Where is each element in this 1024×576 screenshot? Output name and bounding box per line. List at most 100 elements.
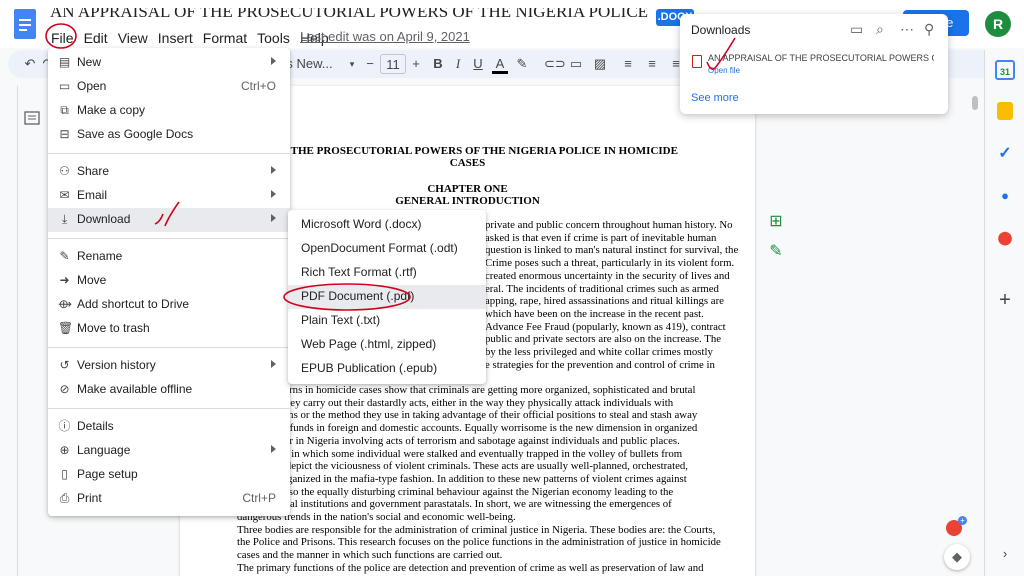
file-menu-item-email[interactable]: ✉ Email	[48, 184, 290, 208]
suggest-edit-icon[interactable]: ✎	[766, 242, 786, 262]
file-menu-item-version-history[interactable]: ↺ Version history	[48, 354, 290, 378]
italic-icon[interactable]: I	[450, 54, 466, 74]
body-line: The primary functions of the police are …	[237, 561, 704, 574]
see-more-link[interactable]: See more	[691, 92, 739, 104]
body-line: apping, rape, hired assassinations and r…	[485, 295, 724, 308]
body-line: created enormous uncertainty in the secu…	[485, 269, 730, 282]
body-line: weapons or the method they use in taking…	[260, 409, 698, 422]
last-edit-link[interactable]: Last edit was on April 9, 2021	[300, 29, 470, 44]
download-option-6[interactable]: Web Page (.html, zipped)	[288, 333, 486, 357]
notification-badge: +	[958, 516, 967, 525]
download-option-3[interactable]: Rich Text Format (.rtf)	[288, 261, 486, 285]
scrollbar[interactable]	[972, 90, 979, 576]
search-icon[interactable]: ⌕	[876, 21, 884, 38]
font-dropdown-arrow-icon[interactable]: ▾	[346, 54, 358, 74]
globe-icon: ⊕	[59, 443, 70, 457]
body-line: idents, in which some individual were st…	[260, 447, 683, 460]
image-icon[interactable]: ▨	[592, 54, 608, 74]
avatar[interactable]: R	[985, 11, 1011, 37]
menu-file[interactable]: File	[46, 28, 79, 48]
menu-separator	[48, 238, 290, 239]
text-color-icon[interactable]: A	[492, 54, 508, 74]
file-menu-item-move[interactable]: ➜ Move	[48, 269, 290, 293]
file-menu-item-open[interactable]: ▭ Open Ctrl+O	[48, 75, 290, 99]
document-outline-icon[interactable]	[24, 110, 40, 126]
comment-icon[interactable]: ▭	[568, 54, 584, 74]
calendar-icon[interactable]: 31	[995, 60, 1015, 80]
file-menu-item-download[interactable]: ⤓ Download	[48, 208, 290, 232]
submenu-arrow-icon	[271, 166, 276, 174]
download-option-label: Web Page (.html, zipped)	[301, 337, 437, 351]
file-menu-item-print[interactable]: ⎙ Print Ctrl+P	[48, 487, 290, 511]
file-menu-item-details[interactable]: ⓘ Details	[48, 415, 290, 439]
file-menu-item-make-available-offline[interactable]: ⊘ Make available offline	[48, 378, 290, 402]
file-menu-item-share[interactable]: ⚇ Share	[48, 160, 290, 184]
more-icon[interactable]: ⋯	[900, 21, 914, 38]
undo-icon[interactable]: ↶	[22, 54, 38, 74]
file-menu-item-new[interactable]: ▤ New	[48, 51, 290, 75]
align-left-icon[interactable]: ≡	[620, 54, 636, 74]
submenu-arrow-icon	[271, 360, 276, 368]
menu-format[interactable]: Format	[198, 28, 252, 48]
explore-icon[interactable]: ◆	[944, 544, 970, 570]
docs-logo-icon[interactable]	[14, 9, 36, 39]
maps-icon[interactable]: ⬤	[995, 228, 1015, 248]
body-line: re is also the equally disturbing crimin…	[260, 485, 674, 498]
body-line: financial institutions and government pa…	[260, 498, 672, 511]
menu-separator	[48, 347, 290, 348]
expand-panel-icon[interactable]: ›	[995, 544, 1015, 564]
download-option-5[interactable]: Plain Text (.txt)	[288, 309, 486, 333]
file-menu-item-save-as-google-docs[interactable]: ⊟ Save as Google Docs	[48, 123, 290, 147]
contacts-icon[interactable]: ●	[995, 186, 1015, 206]
highlight-icon[interactable]: ✎	[514, 54, 530, 74]
download-option-2[interactable]: OpenDocument Format (.odt)	[288, 237, 486, 261]
increase-font-size-icon[interactable]: +	[410, 54, 422, 74]
body-line: by the less privileged and white collar …	[485, 346, 713, 358]
font-size-input[interactable]: 11	[380, 54, 406, 74]
file-menu-item-make-a-copy[interactable]: ⧉ Make a copy	[48, 99, 290, 123]
menu-item-label: Email	[77, 188, 108, 202]
file-menu-item-rename[interactable]: ✎ Rename	[48, 245, 290, 269]
download-option-1[interactable]: Microsoft Word (.docx)	[288, 213, 486, 237]
file-menu-item-language[interactable]: ⊕ Language	[48, 439, 290, 463]
download-option-7[interactable]: EPUB Publication (.epub)	[288, 357, 486, 381]
document-title[interactable]: AN APPRAISAL OF THE PROSECUTORIAL POWERS…	[50, 8, 650, 22]
download-option-4[interactable]: PDF Document (.pdf)	[288, 285, 486, 309]
link-icon[interactable]: ⊂⊃	[544, 54, 566, 74]
menu-view[interactable]: View	[113, 28, 153, 48]
menu-separator	[48, 153, 290, 154]
menu-tools[interactable]: Tools	[252, 28, 295, 48]
save-icon: ⊟	[59, 127, 70, 141]
bold-icon[interactable]: B	[430, 54, 446, 74]
download-file-name[interactable]: AN APPRAISAL OF THE PROSECUTORIAL POWERS…	[708, 53, 934, 63]
menu-item-label: Move	[77, 273, 107, 287]
open-file-link[interactable]: Open file	[708, 66, 740, 75]
file-menu-item-page-setup[interactable]: ▯ Page setup	[48, 463, 290, 487]
file-menu-item-add-shortcut-to-drive[interactable]: ⟴ Add shortcut to Drive	[48, 293, 290, 317]
folder-icon[interactable]: ▭	[850, 21, 863, 38]
menu-item-label: Save as Google Docs	[77, 127, 194, 141]
body-line: haviour in Nigeria involving acts of ter…	[260, 434, 680, 447]
pin-icon[interactable]: ⚲	[924, 21, 934, 38]
body-line: cases and the manner in which such funct…	[237, 549, 503, 562]
person-add-icon: ⚇	[59, 164, 70, 178]
scrollbar-thumb[interactable]	[972, 96, 978, 110]
menu-item-label: Details	[77, 419, 114, 433]
underline-icon[interactable]: U	[470, 54, 486, 74]
menu-item-shortcut: Ctrl+P	[242, 491, 276, 505]
trash-icon: 🗑	[58, 321, 74, 335]
download-option-label: OpenDocument Format (.odt)	[301, 241, 458, 255]
decrease-font-size-icon[interactable]: −	[364, 54, 376, 74]
copy-icon: ⧉	[60, 103, 69, 117]
add-addon-icon[interactable]: +	[995, 290, 1015, 310]
keep-icon[interactable]	[997, 102, 1013, 120]
align-center-icon[interactable]: ≡	[644, 54, 660, 74]
menu-item-label: Version history	[77, 358, 156, 372]
menu-insert[interactable]: Insert	[153, 28, 198, 48]
tasks-icon[interactable]: ✓	[995, 144, 1015, 164]
menu-separator	[48, 408, 290, 409]
file-menu-item-move-to-trash[interactable]: 🗑 Move to trash	[48, 317, 290, 341]
menu-edit[interactable]: Edit	[79, 28, 113, 48]
menu-item-label: Language	[77, 443, 131, 457]
add-comment-icon[interactable]: ⊞	[766, 212, 786, 232]
